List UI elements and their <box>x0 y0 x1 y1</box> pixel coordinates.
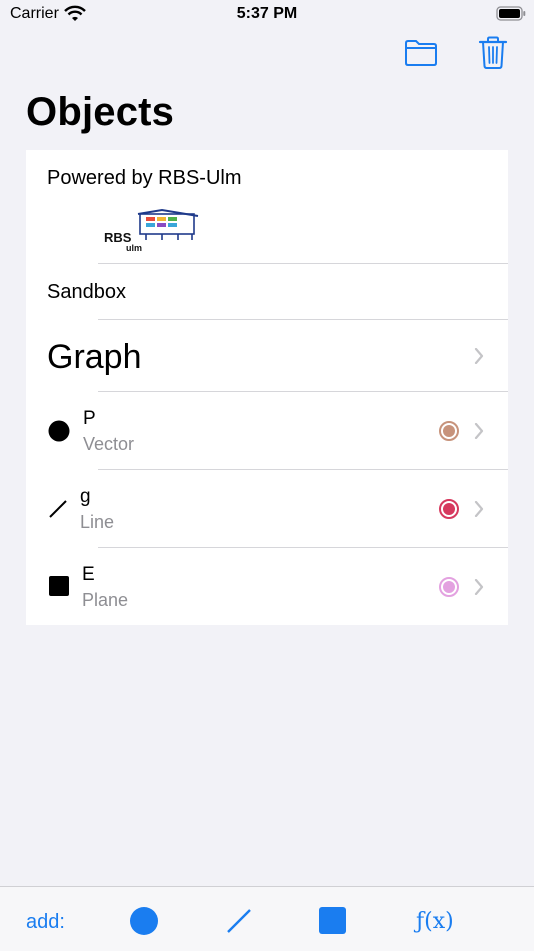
add-line-button[interactable] <box>226 908 252 939</box>
object-type: Line <box>80 512 115 532</box>
circle-icon <box>130 907 158 935</box>
object-type: Plane <box>82 590 129 610</box>
chevron-right-icon <box>474 578 484 600</box>
plane-square-icon <box>49 576 69 601</box>
status-bar: Carrier 5:37 PM <box>0 0 534 30</box>
objects-list: Powered by RBS-Ulm RBS ulm Sandbox Graph <box>26 150 508 625</box>
graph-row-label[interactable]: Graph <box>47 338 142 377</box>
divider <box>98 469 508 470</box>
powered-by-label: Powered by RBS-Ulm <box>47 167 242 189</box>
chevron-right-icon <box>474 500 484 522</box>
add-label: add: <box>26 911 65 933</box>
line-icon <box>48 499 68 524</box>
chevron-right-icon <box>474 422 484 444</box>
divider <box>98 391 508 392</box>
page-title: Objects <box>26 90 175 134</box>
add-vector-button[interactable] <box>129 906 159 941</box>
vector-point-icon <box>48 420 70 447</box>
folder-button[interactable] <box>404 36 438 73</box>
divider <box>98 263 508 264</box>
folder-icon <box>405 40 437 66</box>
color-swatch[interactable] <box>439 499 459 519</box>
color-swatch[interactable] <box>439 577 459 597</box>
color-swatch[interactable] <box>439 421 459 441</box>
clock: 5:37 PM <box>236 5 298 22</box>
object-name: P <box>83 408 96 429</box>
line-icon <box>227 909 251 933</box>
delete-button[interactable] <box>478 36 508 75</box>
object-type: Vector <box>83 434 135 454</box>
add-plane-button[interactable] <box>319 907 346 939</box>
trash-icon <box>478 36 508 69</box>
divider <box>98 547 508 548</box>
chevron-right-icon <box>474 347 484 369</box>
bottom-toolbar: add: ƒ(x) <box>0 886 534 951</box>
logo-subtext: ulm <box>126 243 142 252</box>
sandbox-label: Sandbox <box>47 281 126 303</box>
object-name: E <box>82 564 95 585</box>
add-function-button[interactable]: ƒ(x) <box>416 909 454 934</box>
divider <box>98 319 508 320</box>
battery-icon <box>496 6 526 27</box>
object-name: g <box>80 486 91 507</box>
rbs-ulm-logo[interactable]: RBS ulm <box>102 206 202 257</box>
square-icon <box>319 907 346 934</box>
